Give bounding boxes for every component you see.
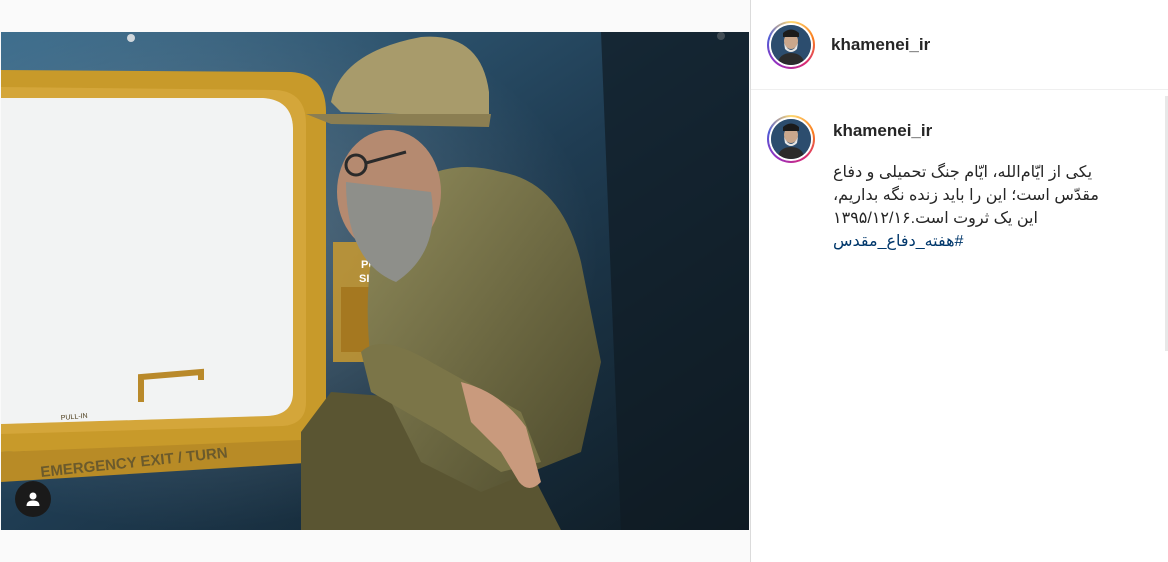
caption-comment: khamenei_ir یکی از ایّام‌الله، ایّام جنگ… [767,115,1133,253]
post-photo[interactable]: EMERGENCY EXIT / TURN PULL-IN PUSH SLIDE [1,32,749,530]
caption-line: مقدّس است؛ این را باید زنده نگه بداریم، [833,187,1099,204]
post-sidebar: khamenei_ir khamenei_ir یکی از ایّام‌ا [750,0,1168,562]
post-header: khamenei_ir [751,0,1168,90]
comment-username[interactable]: khamenei_ir [833,121,1133,141]
hashtag-link[interactable]: #هفته_دفاع_مقدس [833,230,1133,253]
avatar[interactable] [767,115,815,163]
profile-photo-icon [771,24,811,65]
header-username[interactable]: khamenei_ir [831,35,930,55]
media-pane: EMERGENCY EXIT / TURN PULL-IN PUSH SLIDE [0,0,750,562]
caption-line: یکی از ایّام‌الله، ایّام جنگ تحمیلی و دف… [833,164,1093,181]
profile-photo-icon [771,119,811,159]
avatar[interactable] [767,20,815,69]
helicopter-photo-illustration: EMERGENCY EXIT / TURN PULL-IN PUSH SLIDE [1,32,749,530]
caption-text: یکی از ایّام‌الله، ایّام جنگ تحمیلی و دف… [833,161,1133,253]
user-tag-button[interactable] [15,481,51,517]
person-icon [26,492,40,506]
caption-line: این یک ثروت است.۱۳۹۵/۱۲/۱۶ [833,210,1038,227]
